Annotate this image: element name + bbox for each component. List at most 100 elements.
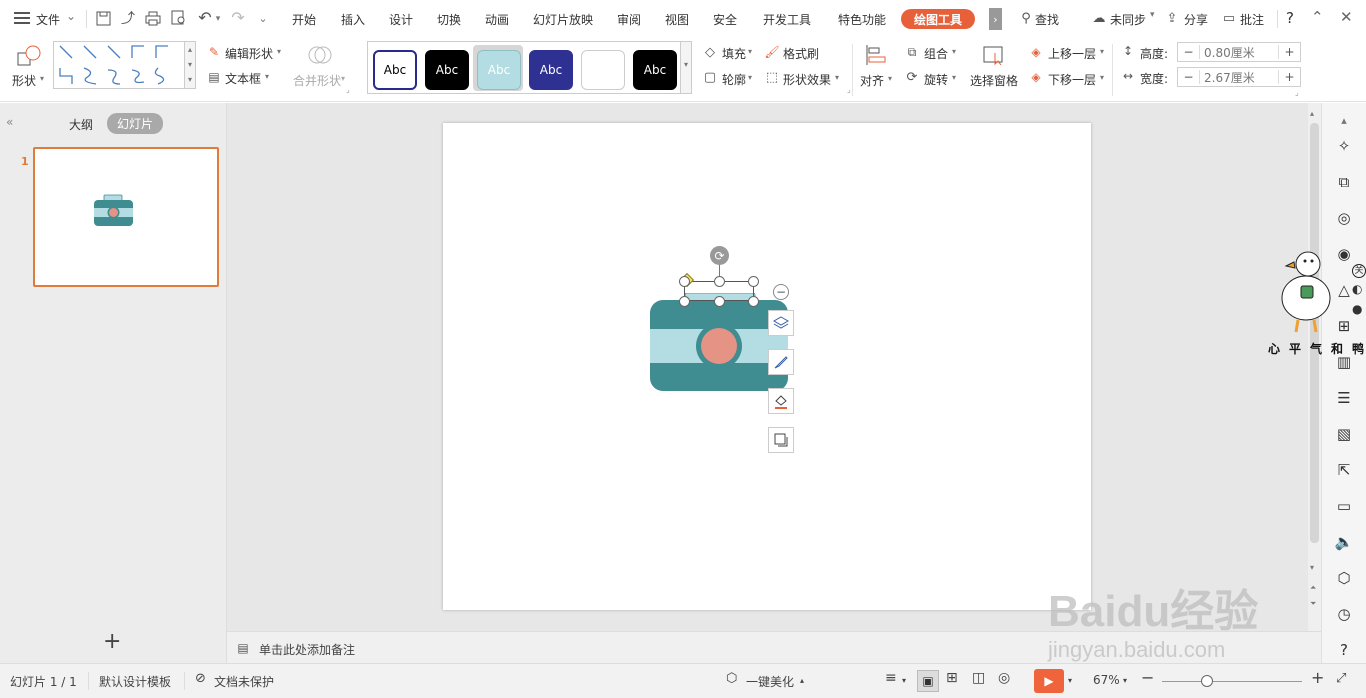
resize-handle[interactable] [714,276,725,287]
bring-forward-dropdown-icon[interactable]: ▾ [1100,47,1104,56]
redo-icon[interactable]: ↷ [229,8,247,27]
shield-icon[interactable]: ⬡ [1335,569,1353,587]
shapes-button[interactable]: 形状 [12,72,36,89]
shape-effects-dropdown-icon[interactable]: ▾ [835,73,839,82]
style-gallery-scroll[interactable]: ▾ [680,41,692,94]
align-dropdown-icon[interactable]: ▾ [888,74,892,83]
tab-animation[interactable]: 动画 [485,11,509,28]
help-button[interactable]: ? [1286,9,1294,27]
tab-home[interactable]: 开始 [292,11,316,28]
add-slide-button[interactable]: + [103,631,121,653]
comment-button[interactable]: 批注 [1240,11,1264,28]
print-icon[interactable] [144,9,162,27]
speaker-icon[interactable]: 🔈 [1335,533,1354,551]
undo-icon[interactable]: ↶ [196,8,214,27]
zoom-slider-track[interactable] [1162,681,1302,682]
tab-review[interactable]: 审阅 [617,11,641,28]
design-template[interactable]: 默认设计模板 [99,673,171,690]
outline-frame-icon[interactable] [768,427,794,453]
size-dialog-launcher-icon[interactable]: ⌟ [1295,88,1299,97]
more-tabs-arrow-icon[interactable]: › [989,8,1002,30]
edit-shape-dropdown-icon[interactable]: ▾ [277,47,281,56]
shapes-dropdown-icon[interactable]: ▾ [40,74,44,83]
resize-handle[interactable] [679,276,690,287]
fill-button[interactable]: 填充 [722,45,746,62]
format-painter-button[interactable]: 格式刷 [783,45,819,62]
brush-style-icon[interactable] [768,349,794,375]
search-button[interactable]: 查找 [1035,11,1059,28]
camera-lens[interactable] [701,328,737,364]
beautify-dropdown-icon[interactable]: ▴ [800,676,804,685]
scroll-up-icon[interactable]: ▴ [1310,109,1314,118]
history-icon[interactable]: ◷ [1335,605,1353,623]
sync-status[interactable]: 未同步 [1110,11,1146,28]
resize-handle[interactable] [714,296,725,307]
search-icon[interactable]: ⚲ [1018,10,1034,26]
height-increase-button[interactable]: + [1278,45,1300,59]
resize-handle[interactable] [748,276,759,287]
height-input[interactable]: 0.80厘米 [1200,44,1278,61]
slide[interactable]: ⟳ − [443,123,1091,610]
style-swatch[interactable]: Abc [373,50,417,90]
outline-dropdown-icon[interactable]: ▾ [748,73,752,82]
collapse-panel-icon[interactable]: « [6,115,13,129]
merge-shapes-button[interactable]: 合并形状 [293,72,341,89]
width-increase-button[interactable]: + [1278,70,1300,84]
tab-slideshow[interactable]: 幻灯片放映 [533,11,593,28]
tab-outline[interactable]: 大纲 [69,116,93,133]
tab-drawing-tools[interactable]: 绘图工具 [901,9,975,29]
slide-sorter-icon[interactable]: ⊞ [946,670,958,686]
chevron-down-icon[interactable]: ⌄ [66,9,76,23]
width-input[interactable]: 2.67厘米 [1200,69,1278,86]
protection-status[interactable]: 文档未保护 [214,673,274,690]
notes-pane[interactable]: ▤ 单击此处添加备注 [227,631,1321,663]
selection-pane-button[interactable]: 选择窗格 [970,72,1018,89]
normal-view-icon[interactable]: ▣ [917,670,939,692]
fill-bucket-icon[interactable] [768,388,794,414]
undo-dropdown-icon[interactable]: ▾ [213,10,223,28]
tab-slides[interactable]: 幻灯片 [107,113,163,134]
resize-handle[interactable] [748,296,759,307]
style-swatch[interactable]: Abc [425,50,469,90]
edit-shape-button[interactable]: 编辑形状 [225,45,273,62]
height-decrease-button[interactable]: − [1178,45,1200,59]
textbox-button[interactable]: 文本框 [225,70,261,87]
tab-view[interactable]: 视图 [665,11,689,28]
previous-slide-icon[interactable]: ⏶ [1310,583,1316,593]
zoom-dropdown-icon[interactable]: ▾ [1123,676,1127,685]
help-circle-icon[interactable]: ? [1335,641,1353,659]
tab-insert[interactable]: 插入 [341,11,365,28]
slide-thumbnail[interactable] [33,147,219,287]
fit-window-icon[interactable]: ⤢ [1336,671,1346,686]
close-icon[interactable]: ✕ [1340,8,1353,26]
box-icon[interactable]: ▭ [1335,497,1353,515]
output-icon[interactable]: ⤴ [119,9,137,27]
scroll-down-icon[interactable]: ▾ [1310,563,1314,572]
shapes-icon[interactable] [16,44,44,68]
rotate-handle-icon[interactable]: ⟳ [710,246,729,265]
zoom-level[interactable]: 67% [1093,673,1120,687]
merge-dropdown-icon[interactable]: ▾ [341,74,345,83]
copy-icon[interactable]: ⧉ [1335,173,1353,191]
tab-developer[interactable]: 开发工具 [763,11,811,28]
image-icon[interactable]: ▧ [1335,425,1353,443]
camera-illustration[interactable] [648,293,788,393]
next-slide-icon[interactable]: ⏷ [1310,599,1316,609]
zoom-in-button[interactable]: + [1311,668,1324,687]
share-icon[interactable]: ⇪ [1164,10,1180,26]
rotate-button[interactable]: 旋转 [924,71,948,88]
textbox-dropdown-icon[interactable]: ▾ [265,72,269,81]
notes-placeholder[interactable]: 单击此处添加备注 [259,641,355,658]
reading-view-icon[interactable]: ◫ [972,670,985,686]
shape-effects-button[interactable]: 形状效果 [783,71,831,88]
outline-button[interactable]: 轮廓 [722,71,746,88]
notes-view-icon[interactable]: ≡ [885,670,897,686]
tab-security[interactable]: 安全 [713,11,737,28]
collapse-float-toolbar-icon[interactable]: − [773,284,789,300]
gallery-scroll[interactable]: ▴ ▾ ▾ [184,41,196,89]
collapse-ribbon-icon[interactable]: ⌃ [1311,8,1324,26]
style-swatch[interactable]: Abc [633,50,677,90]
group-button[interactable]: 组合 [924,45,948,62]
tab-special-features[interactable]: 特色功能 [838,11,886,28]
line-shapes-gallery[interactable] [53,41,196,89]
